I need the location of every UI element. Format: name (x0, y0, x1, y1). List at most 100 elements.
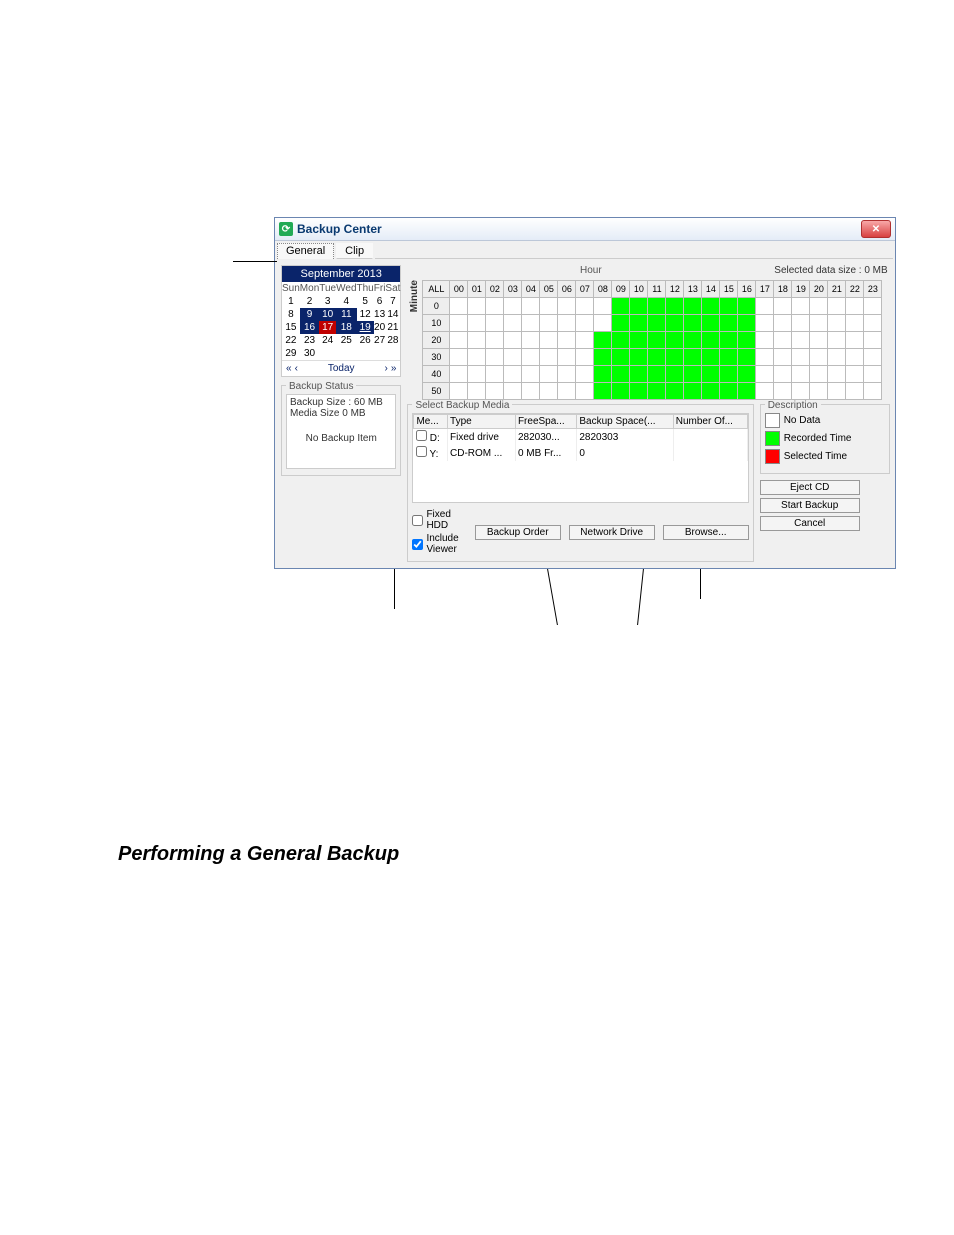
time-cell[interactable] (792, 298, 810, 315)
time-cell[interactable] (612, 315, 630, 332)
time-cell[interactable] (450, 366, 468, 383)
time-cell[interactable] (468, 349, 486, 366)
time-cell[interactable] (684, 383, 702, 400)
hour-header-cell[interactable]: 10 (630, 281, 648, 298)
close-button[interactable]: ✕ (861, 220, 891, 238)
backup-order-button[interactable]: Backup Order (475, 525, 561, 540)
calendar-day[interactable]: 4 (336, 295, 356, 308)
time-cell[interactable] (810, 298, 828, 315)
calendar-day[interactable]: 21 (385, 321, 400, 334)
media-row-checkbox[interactable] (416, 430, 427, 441)
calendar-day[interactable]: 28 (385, 334, 400, 347)
time-cell[interactable] (666, 366, 684, 383)
calendar-day[interactable] (336, 347, 356, 360)
hour-header-cell[interactable]: 04 (522, 281, 540, 298)
time-cell[interactable] (450, 383, 468, 400)
calendar-day[interactable]: 1 (282, 295, 300, 308)
time-cell[interactable] (450, 349, 468, 366)
media-column-header[interactable]: Type (448, 415, 516, 429)
hour-header-cell[interactable]: 17 (756, 281, 774, 298)
time-cell[interactable] (756, 366, 774, 383)
time-cell[interactable] (738, 366, 756, 383)
time-cell[interactable] (576, 366, 594, 383)
time-cell[interactable] (774, 315, 792, 332)
hour-header-cell[interactable]: 09 (612, 281, 630, 298)
time-cell[interactable] (612, 383, 630, 400)
time-cell[interactable] (522, 366, 540, 383)
time-cell[interactable] (828, 298, 846, 315)
time-cell[interactable] (702, 315, 720, 332)
calendar-day[interactable]: 17 (319, 321, 336, 334)
time-cell[interactable] (774, 349, 792, 366)
hour-header-cell[interactable]: 00 (450, 281, 468, 298)
time-cell[interactable] (594, 298, 612, 315)
time-cell[interactable] (702, 349, 720, 366)
tab-general[interactable]: General (277, 243, 334, 259)
time-cell[interactable] (864, 332, 882, 349)
time-cell[interactable] (720, 332, 738, 349)
time-cell[interactable] (756, 298, 774, 315)
calendar-day[interactable]: 5 (357, 295, 374, 308)
time-cell[interactable] (810, 315, 828, 332)
time-cell[interactable] (828, 366, 846, 383)
include-viewer-option[interactable]: Include Viewer (412, 533, 458, 555)
calendar-day[interactable]: 22 (282, 334, 300, 347)
time-cell[interactable] (864, 298, 882, 315)
time-cell[interactable] (702, 298, 720, 315)
time-cell[interactable] (666, 349, 684, 366)
minute-row-header[interactable]: 0 (423, 298, 450, 315)
nav-next[interactable]: ›» (385, 363, 397, 374)
time-cell[interactable] (522, 315, 540, 332)
calendar-day[interactable]: 23 (300, 334, 319, 347)
calendar-day[interactable]: 9 (300, 308, 319, 321)
minute-row-header[interactable]: 30 (423, 349, 450, 366)
time-cell[interactable] (666, 298, 684, 315)
time-cell[interactable] (792, 383, 810, 400)
hour-header-cell[interactable]: 21 (828, 281, 846, 298)
hour-header-cell[interactable]: 13 (684, 281, 702, 298)
time-cell[interactable] (846, 349, 864, 366)
time-cell[interactable] (504, 315, 522, 332)
media-row-checkbox[interactable] (416, 446, 427, 457)
time-cell[interactable] (702, 366, 720, 383)
time-cell[interactable] (828, 383, 846, 400)
time-cell[interactable] (666, 383, 684, 400)
hour-header-cell[interactable]: 19 (792, 281, 810, 298)
hour-header-cell[interactable]: 02 (486, 281, 504, 298)
calendar-day[interactable] (374, 347, 386, 360)
time-cell[interactable] (756, 315, 774, 332)
time-cell[interactable] (774, 298, 792, 315)
time-cell[interactable] (630, 366, 648, 383)
time-cell[interactable] (576, 383, 594, 400)
calendar-day[interactable]: 14 (385, 308, 400, 321)
time-cell[interactable] (756, 332, 774, 349)
time-cell[interactable] (648, 298, 666, 315)
time-cell[interactable] (864, 383, 882, 400)
time-cell[interactable] (864, 349, 882, 366)
include-viewer-checkbox[interactable] (412, 539, 423, 550)
time-cell[interactable] (486, 332, 504, 349)
hour-header-cell[interactable]: 14 (702, 281, 720, 298)
time-cell[interactable] (630, 298, 648, 315)
time-cell[interactable] (540, 332, 558, 349)
time-grid[interactable]: ALL0001020304050607080910111213141516171… (422, 280, 882, 400)
time-cell[interactable] (720, 315, 738, 332)
time-cell[interactable] (792, 315, 810, 332)
hour-header-cell[interactable]: 23 (864, 281, 882, 298)
table-row[interactable]: D:Fixed drive282030...2820303 (414, 429, 747, 446)
time-cell[interactable] (720, 349, 738, 366)
time-cell[interactable] (558, 298, 576, 315)
calendar-day[interactable]: 29 (282, 347, 300, 360)
calendar-day[interactable]: 19 (357, 321, 374, 334)
time-cell[interactable] (486, 298, 504, 315)
time-cell[interactable] (558, 332, 576, 349)
time-cell[interactable] (486, 383, 504, 400)
network-drive-button[interactable]: Network Drive (569, 525, 655, 540)
tab-clip[interactable]: Clip (336, 243, 373, 259)
calendar-day[interactable]: 7 (385, 295, 400, 308)
hour-header-cell[interactable]: 01 (468, 281, 486, 298)
time-cell[interactable] (450, 332, 468, 349)
time-cell[interactable] (594, 366, 612, 383)
calendar-day[interactable]: 25 (336, 334, 356, 347)
time-cell[interactable] (792, 332, 810, 349)
